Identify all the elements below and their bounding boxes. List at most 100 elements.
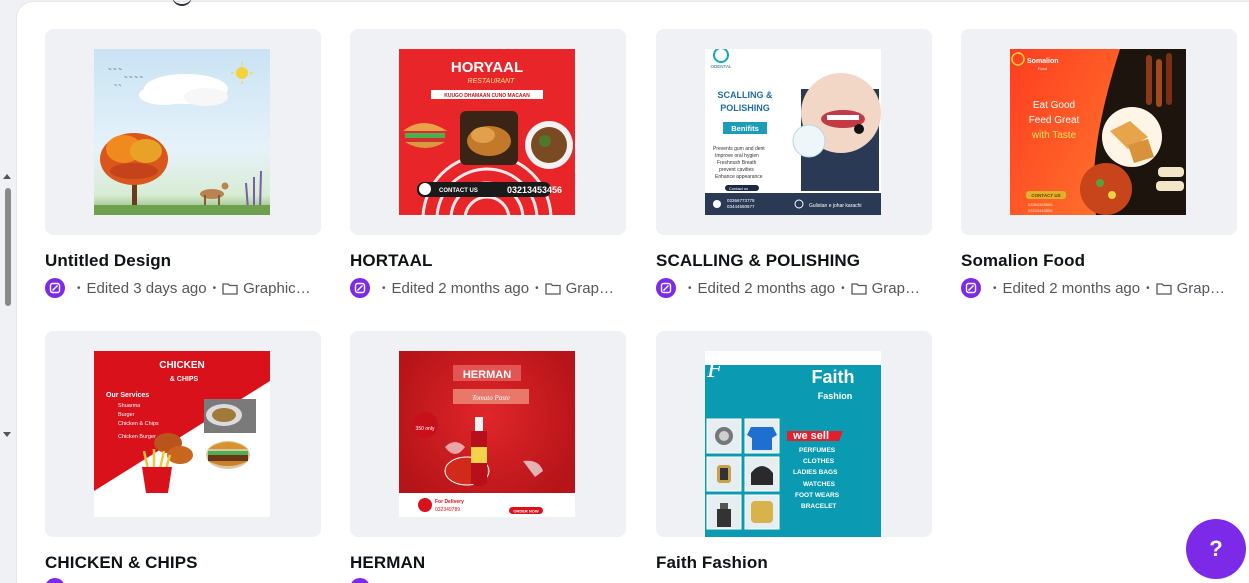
faith-design-preview: F Faith Fashion we sell PERFUMES CLOTHES… xyxy=(705,351,881,537)
thumb-text: KUUGO DHAMAAN CUNO MACAAN xyxy=(444,93,530,99)
thumb-text: 032349789 xyxy=(435,507,460,513)
folder-icon xyxy=(544,282,561,295)
thumb-text: with Taste xyxy=(1031,130,1077,141)
thumb-text: Tomato Paste xyxy=(472,394,510,402)
design-meta: • Edited 2 months ago • Grap… xyxy=(350,277,614,299)
edited-time: Edited 2 months ago xyxy=(1002,279,1141,297)
thumb-text: CONTACT US xyxy=(1031,193,1060,198)
design-card[interactable]: F Faith Fashion we sell PERFUMES CLOTHES… xyxy=(656,331,932,572)
design-card[interactable]: Somalion Food Eat Good Feed Great with T… xyxy=(961,29,1237,298)
thumb-text: CHICKEN xyxy=(159,360,205,371)
thumb-text: Prevents gum and dent xyxy=(713,146,765,152)
thumb-text: 03213453456 xyxy=(507,185,562,195)
thumb-text: For Delivery xyxy=(435,499,464,505)
thumb-text: 03366773778 xyxy=(727,198,755,203)
separator-dot: • xyxy=(535,282,539,294)
design-title[interactable]: SCALLING & POLISHING xyxy=(656,251,860,271)
design-card[interactable]: HERMAN Tomato Paste 350 only For Deliver… xyxy=(350,331,626,572)
somalion-design-preview: Somalion Food Eat Good Feed Great with T… xyxy=(1010,49,1186,215)
thumb-text: F xyxy=(706,354,724,383)
thumb-text: RESTAURANT xyxy=(468,78,516,85)
thumb-text: Burger xyxy=(118,412,135,418)
thumb-text: Food xyxy=(1038,66,1047,71)
canva-pencil-icon xyxy=(656,278,676,298)
edited-time: Edited 3 days ago xyxy=(86,279,207,297)
separator-dot: • xyxy=(212,282,217,294)
design-thumbnail[interactable]: F Faith Fashion we sell PERFUMES CLOTHES… xyxy=(656,331,932,537)
design-title[interactable]: HERMAN xyxy=(350,553,425,573)
canva-pencil-icon xyxy=(45,278,65,298)
folder-name[interactable]: Graphic… xyxy=(243,280,311,297)
thumb-text: Chicken & Chips xyxy=(118,421,159,427)
thumb-text: Improve oral hygien xyxy=(715,153,759,159)
thumb-text: Gulistan e johar karachi xyxy=(809,203,862,209)
design-meta: • Edited 2 months ago • Grap… xyxy=(961,277,1225,299)
separator-dot: • xyxy=(1146,282,1150,294)
thumb-text: LADIES BAGS xyxy=(793,469,838,476)
design-thumbnail[interactable]: ~ ~ ~ ~ ~ ~ ~ ~ ~ xyxy=(45,29,321,235)
design-card[interactable]: HORYAAL RESTAURANT KUUGO DHAMAAN CUNO MA… xyxy=(350,29,626,298)
scalling-design-preview: ODENTAL SCALLING & POLISHING Benifits Pr… xyxy=(705,49,881,215)
thumb-text: WATCHES xyxy=(803,481,836,488)
separator-dot: • xyxy=(688,282,692,294)
thumb-text: Contact us xyxy=(729,186,748,191)
cropped-icon xyxy=(172,0,192,6)
design-thumbnail[interactable]: HERMAN Tomato Paste 350 only For Deliver… xyxy=(350,331,626,537)
thumb-text: BRACELET xyxy=(801,503,836,510)
design-title[interactable]: Untitled Design xyxy=(45,251,171,271)
folder-icon xyxy=(850,282,867,295)
design-card[interactable]: ODENTAL SCALLING & POLISHING Benifits Pr… xyxy=(656,29,932,298)
thumb-text: PERFUMES xyxy=(799,447,836,454)
thumb-text: HORYAAL xyxy=(451,59,523,76)
separator-dot: • xyxy=(382,282,386,294)
design-thumbnail[interactable]: Somalion Food Eat Good Feed Great with T… xyxy=(961,29,1237,235)
folder-icon xyxy=(222,282,238,295)
thumb-text: Benifits xyxy=(731,124,759,133)
thumb-text: 350 only xyxy=(416,426,435,432)
svg-text:~ ~ ~: ~ ~ ~ xyxy=(108,67,122,73)
design-meta: • Edited 2 months ago • Grap… xyxy=(656,277,920,299)
design-meta: • Edited 3 days ago • Graphic… xyxy=(45,277,311,299)
svg-text:~ ~ ~ ~: ~ ~ ~ ~ xyxy=(124,75,144,81)
design-thumbnail[interactable]: ODENTAL SCALLING & POLISHING Benifits Pr… xyxy=(656,29,932,235)
help-button[interactable]: ? xyxy=(1186,519,1246,579)
chicken-design-preview: CHICKEN & CHIPS Our Services Shuarma Bur… xyxy=(94,351,270,517)
edited-time: Edited 2 months ago xyxy=(391,279,530,297)
folder-name[interactable]: Grap… xyxy=(1177,280,1225,297)
thumb-text: Our Services xyxy=(106,392,149,399)
thumb-text: HERMAN xyxy=(463,369,511,381)
thumb-text: Eat Good xyxy=(1033,100,1075,111)
thumb-text: Shuarma xyxy=(118,403,141,409)
thumb-text: & CHIPS xyxy=(170,376,199,383)
thumb-text: prevent cavities xyxy=(719,167,754,173)
design-card[interactable]: CHICKEN & CHIPS Our Services Shuarma Bur… xyxy=(45,331,321,572)
thumb-text: 03444560677 xyxy=(727,204,755,209)
design-title[interactable]: CHICKEN & CHIPS xyxy=(45,553,198,573)
scroll-up-arrow-icon[interactable] xyxy=(3,174,11,179)
thumb-text: Enhance appearance xyxy=(715,174,763,180)
thumb-text: Faith xyxy=(812,367,855,387)
thumb-text: ODENTAL xyxy=(711,64,732,69)
thumb-text: ORDER NOW xyxy=(513,509,539,514)
design-title[interactable]: Faith Fashion xyxy=(656,553,768,573)
left-scrollbar[interactable] xyxy=(0,170,14,442)
folder-name[interactable]: Grap… xyxy=(566,280,614,297)
design-thumbnail[interactable]: CHICKEN & CHIPS Our Services Shuarma Bur… xyxy=(45,331,321,537)
thumb-text: Chicken Burger xyxy=(118,434,156,440)
design-card[interactable]: ~ ~ ~ ~ ~ ~ ~ ~ ~ Untitled Design • Edited… xyxy=(45,29,321,298)
scroll-thumb[interactable] xyxy=(5,188,11,306)
thumb-text: Somalion xyxy=(1027,58,1059,65)
design-thumbnail[interactable]: HORYAAL RESTAURANT KUUGO DHAMAAN CUNO MA… xyxy=(350,29,626,235)
folder-name[interactable]: Grap… xyxy=(872,280,920,297)
untitled-design-preview: ~ ~ ~~ ~ ~ ~~ ~ xyxy=(94,49,270,215)
thumb-text: CLOTHES xyxy=(803,458,835,465)
thumb-text: POLISHING xyxy=(720,103,770,113)
canva-pencil-icon xyxy=(961,278,981,298)
thumb-text: FOOT WEARS xyxy=(795,492,840,499)
canva-pencil-icon xyxy=(350,278,370,298)
design-title[interactable]: HORTAAL xyxy=(350,251,433,271)
edited-time: Edited 2 months ago xyxy=(697,279,836,297)
separator-dot: • xyxy=(993,282,997,294)
scroll-down-arrow-icon[interactable] xyxy=(3,432,11,437)
design-title[interactable]: Somalion Food xyxy=(961,251,1085,271)
